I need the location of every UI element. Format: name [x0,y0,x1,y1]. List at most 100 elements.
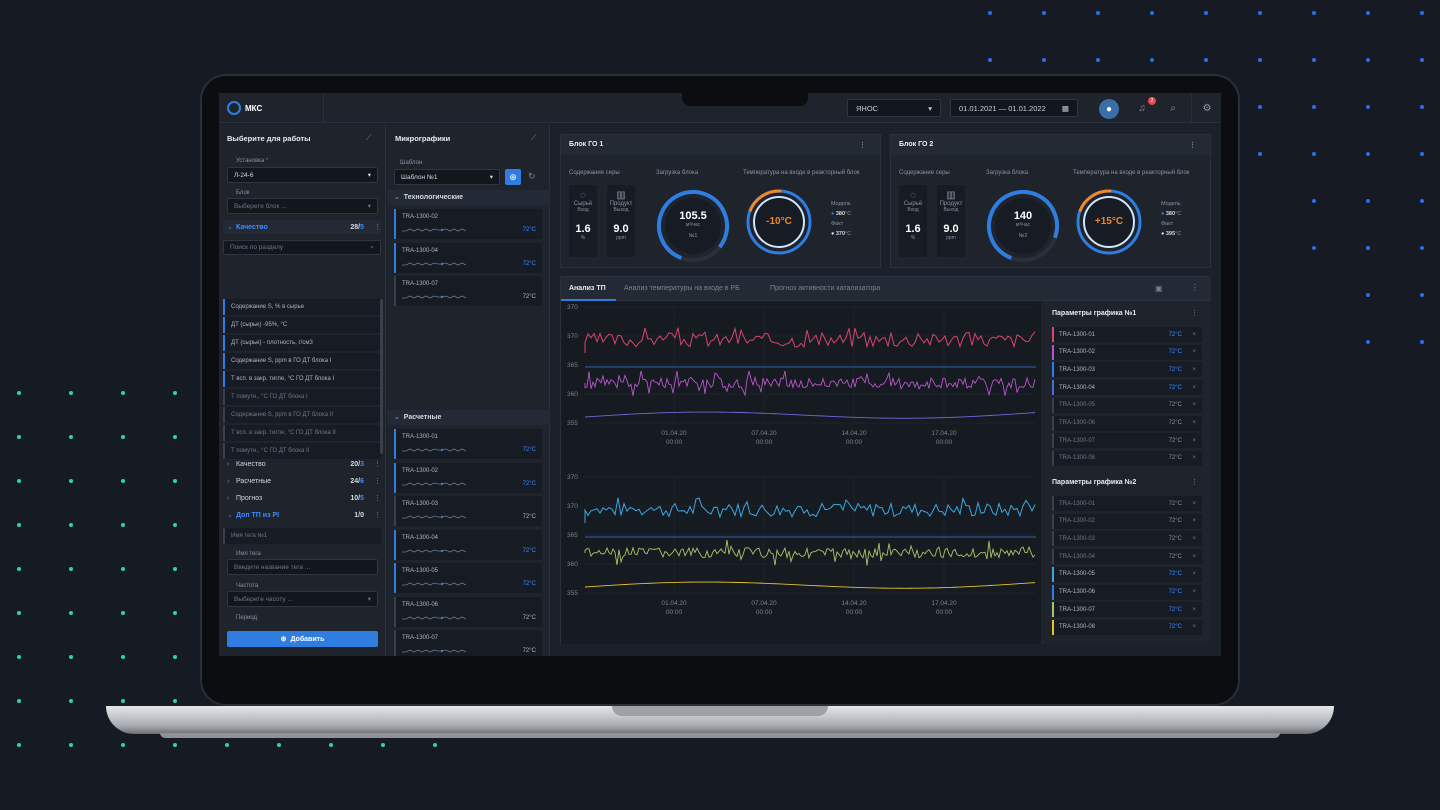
param-row[interactable]: TRA-1300-05 72°C × [1052,397,1202,413]
param-row[interactable]: TRA-1300-02 72°C × [1052,344,1202,360]
microchart-card[interactable]: TRA-1300-02 72°C [394,462,542,493]
date-range-picker[interactable]: 01.01.2021 — 01.01.2022 ▦ [950,99,1078,117]
tile-value: 9.0 [613,223,629,235]
close-icon[interactable]: × [1192,607,1196,613]
close-icon[interactable]: × [1192,455,1196,461]
close-icon[interactable]: × [1192,501,1196,507]
close-icon[interactable]: × [1192,402,1196,408]
plant-select[interactable]: ЯНОС ▾ [847,99,941,117]
refresh-icon[interactable]: ↻ [528,171,536,182]
param-row[interactable]: TRA-1300-06 72°C × [1052,584,1202,600]
more-icon[interactable]: ⋮ [1191,478,1198,486]
microchart-card[interactable]: TRA-1300-05 72°C [394,563,542,593]
section-forecast[interactable]: › Прогноз 10/5 ⋮ [223,491,381,505]
trend-chart-2[interactable]: 370 370 365 360 355 01.04.20 00:00 07.04.20 00:0… [561,471,1041,641]
more-icon[interactable]: ⋮ [1189,141,1196,149]
tag-item[interactable]: Имя тега №1 [223,528,381,544]
close-icon[interactable]: × [1192,536,1196,542]
add-button[interactable]: ⊕ Добавить [227,631,378,647]
settings-button[interactable]: ⚙ [1199,100,1215,116]
param-row[interactable]: TRA-1300-06 72°C × [1052,415,1202,431]
dot [1366,340,1370,344]
param-row[interactable]: TRA-1300-01 72°C × [1052,496,1202,511]
filter-list-item[interactable]: Т всп. в закр. тигле, °С ГО ДТ блока II [223,425,381,441]
clear-icon[interactable]: ⟋ [531,133,537,143]
more-icon[interactable]: ⋮ [374,511,381,519]
param-row[interactable]: TRA-1300-07 72°C × [1052,602,1202,618]
param-row[interactable]: TRA-1300-04 72°C × [1052,549,1202,565]
app-logo[interactable]: МКС [227,101,262,115]
series-line-3 [584,411,1036,419]
more-icon[interactable]: ⋮ [374,477,381,485]
param-name: TRA-1300-04 [1059,553,1096,560]
more-icon[interactable]: ⋮ [374,460,381,468]
close-icon[interactable]: × [1192,624,1196,630]
close-icon[interactable]: × [1192,554,1196,560]
section-quality[interactable]: › Качество 20/3 ⋮ [223,457,381,471]
more-icon[interactable]: ⋮ [1191,283,1199,292]
close-icon[interactable]: × [1192,332,1196,338]
frequency-select[interactable]: Выберете часоту ... ▾ [227,591,378,607]
microchart-card[interactable]: TRA-1300-06 72°C [394,596,542,627]
search-button[interactable]: ⌕ [1165,100,1181,116]
tab-temp-analysis[interactable]: Анализ температуры на входе в РБ [624,285,740,292]
more-icon[interactable]: ⋮ [1191,309,1198,317]
tab-analysis-tp[interactable]: Анализ ТП [569,285,606,292]
microchart-card[interactable]: TRA-1300-01 72°C [394,429,542,459]
close-icon[interactable]: × [1192,518,1196,524]
close-icon[interactable]: × [1192,349,1196,355]
param-row[interactable]: TRA-1300-01 72°C × [1052,327,1202,342]
more-icon[interactable]: ⋮ [859,141,866,149]
microchart-card[interactable]: TRA-1300-07 72°C [394,276,542,306]
microchart-card[interactable]: TRA-1300-07 72°C [394,630,542,656]
selection-panel-title: Выберите для работы [227,134,311,143]
microchart-card[interactable]: TRA-1300-04 72°C [394,242,542,273]
tab-catalyst-forecast[interactable]: Прогноз активности катализатора [770,285,880,292]
section-extra-tp[interactable]: ⌄ Доп ТП из PI 1/0 ⋮ [223,508,381,522]
close-icon[interactable]: × [1192,385,1196,391]
close-icon[interactable]: × [1192,571,1196,577]
section-quality-expanded[interactable]: ⌄ Качество 28/5 ⋮ [223,220,381,234]
close-icon[interactable]: × [1192,438,1196,444]
plant-field[interactable]: Л-24-6 ▾ [227,167,378,183]
clear-icon[interactable]: ⟋ [366,133,372,143]
filter-list-item[interactable]: Содержание S, ppm в ГО ДТ блока I [223,353,381,369]
close-icon[interactable]: × [1192,420,1196,426]
microchart-card[interactable]: TRA-1300-02 72°C [394,209,542,239]
save-icon[interactable]: ▣ [1155,284,1163,293]
scrollbar[interactable] [380,299,383,454]
section-calculated[interactable]: › Расчетные 24/6 ⋮ [223,474,381,488]
param-row[interactable]: TRA-1300-08 72°C × [1052,450,1202,466]
filter-list-item[interactable]: Содержание S, ppm в ГО ДТ блока II [223,407,381,423]
filter-list-item[interactable]: ДТ (сырье) -95%, °С [223,317,381,333]
trend-chart-1[interactable]: 370 370 365 360 355 01.04.20 00:00 07.04.20 00:0… [561,301,1041,471]
close-icon[interactable]: × [1192,367,1196,373]
more-icon[interactable]: ⋮ [374,494,381,502]
section-search-input[interactable]: Поиск по разделу ⌕ [223,240,381,255]
filter-list-item[interactable]: Т всп. в закр. тигле, °С ГО ДТ блока I [223,371,381,387]
param-row[interactable]: TRA-1300-03 72°C × [1052,531,1202,547]
param-row[interactable]: TRA-1300-04 72°C × [1052,380,1202,396]
template-select[interactable]: Шаблон №1 ▾ [394,169,500,185]
param-row[interactable]: TRA-1300-08 72°C × [1052,619,1202,635]
param-row[interactable]: TRA-1300-07 72°C × [1052,433,1202,449]
param-row[interactable]: TRA-1300-05 72°C × [1052,566,1202,582]
block-field[interactable]: Выберете блок ... ▾ [227,198,378,214]
filter-list-item[interactable]: Содержание S, % в сырье [223,299,381,315]
tag-input[interactable]: Введите название тега ... [227,559,378,575]
dot [1366,11,1370,15]
tech-section-header[interactable]: ⌄ Технологические [394,193,463,201]
close-icon[interactable]: × [1192,589,1196,595]
sparkline-point [440,582,444,586]
more-icon[interactable]: ⋮ [374,223,381,231]
avatar[interactable]: ● [1099,99,1119,119]
add-template-button[interactable]: ⊕ [505,169,521,185]
filter-list-item[interactable]: ДТ (сырье) - плотность, г/см3 [223,335,381,351]
filter-list-item[interactable]: Т помутн., °С ГО ДТ блока I [223,389,381,405]
x-tick-time: 00:00 [666,439,683,446]
param-row[interactable]: TRA-1300-03 72°C × [1052,362,1202,378]
param-row[interactable]: TRA-1300-02 72°C × [1052,513,1202,529]
microchart-card[interactable]: TRA-1300-04 72°C [394,529,542,560]
calc-section-header[interactable]: ⌄ Расчетные [394,413,441,421]
microchart-card[interactable]: TRA-1300-03 72°C [394,496,542,526]
